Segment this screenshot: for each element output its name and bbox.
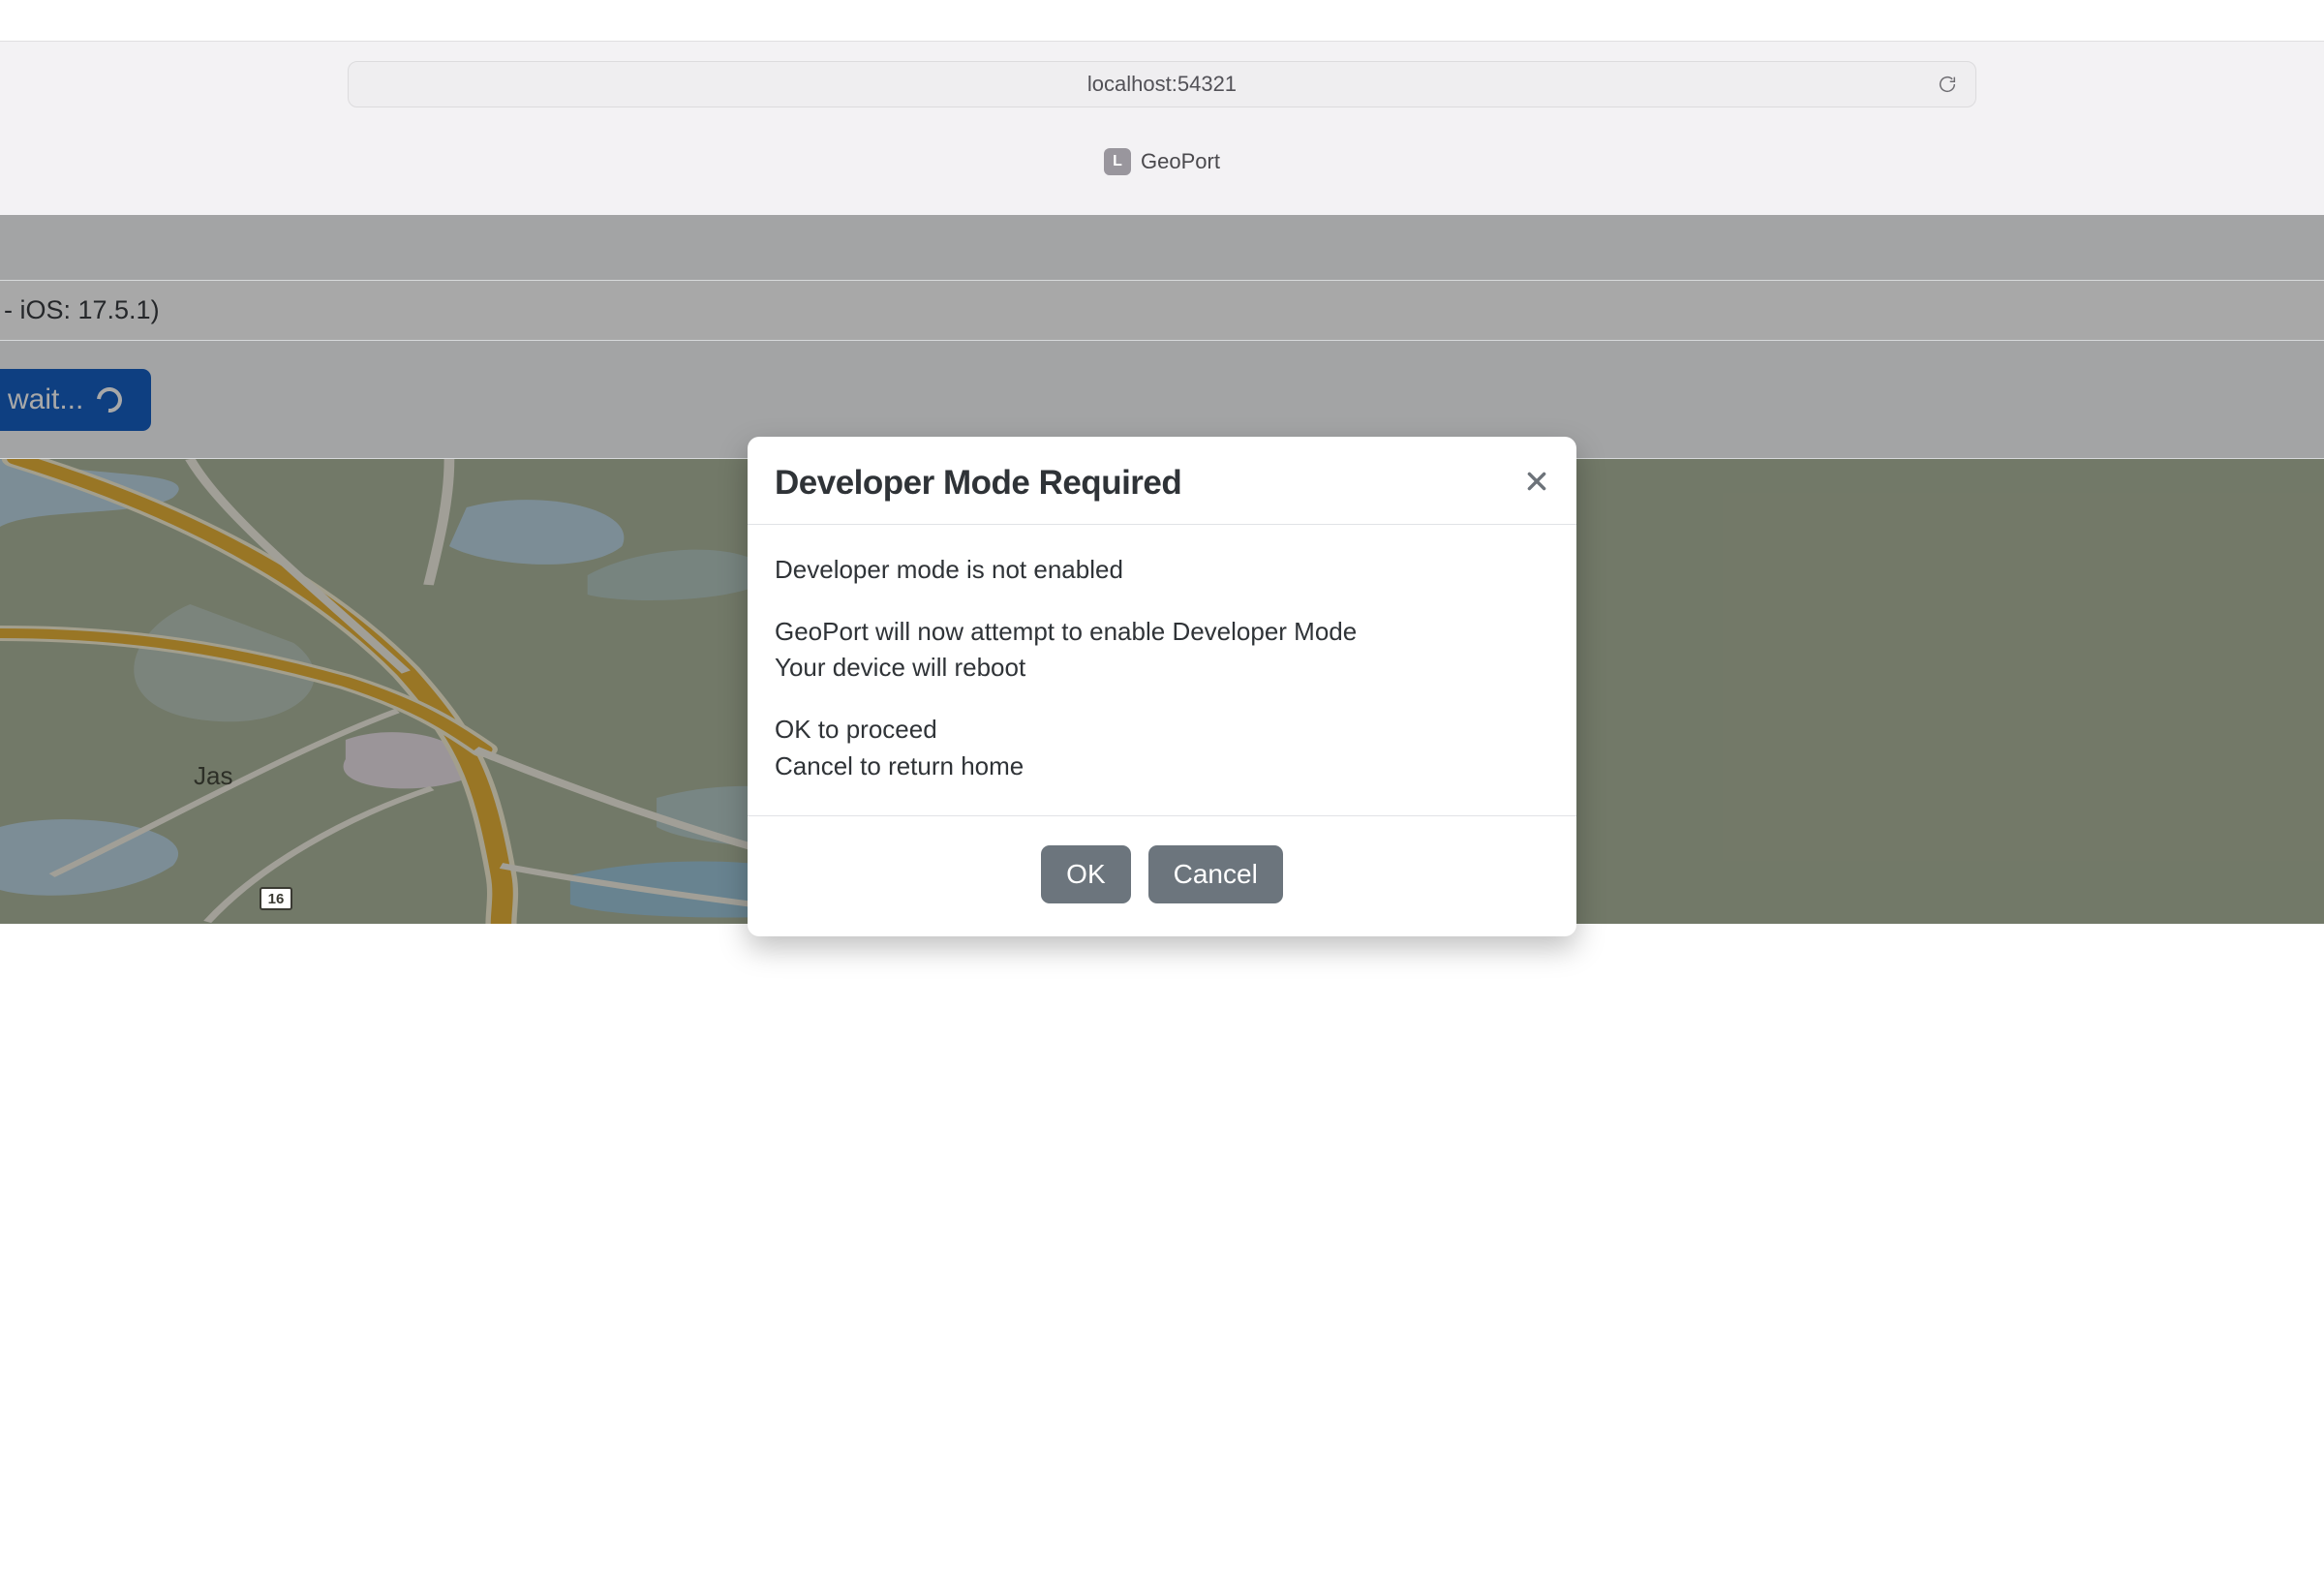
modal-line-4: OK to proceed xyxy=(775,715,937,744)
url-text: localhost:54321 xyxy=(1087,72,1237,97)
tab-bar: L GeoPort xyxy=(0,148,2324,175)
page-content: - iOS: 17.5.1) wait... xyxy=(0,215,2324,1549)
modal-footer: OK Cancel xyxy=(748,816,1576,936)
close-icon[interactable] xyxy=(1524,468,1549,499)
tab-title[interactable]: GeoPort xyxy=(1141,149,1220,174)
modal-paragraph-3: OK to proceed Cancel to return home xyxy=(775,712,1549,784)
device-info-bar: - iOS: 17.5.1) xyxy=(0,281,2324,341)
cancel-button[interactable]: Cancel xyxy=(1148,845,1283,903)
modal-paragraph-2: GeoPort will now attempt to enable Devel… xyxy=(775,614,1549,687)
modal-line-2: GeoPort will now attempt to enable Devel… xyxy=(775,617,1357,646)
address-bar[interactable]: localhost:54321 xyxy=(348,61,1976,107)
map-city-label: Jas xyxy=(194,761,232,791)
spinner-icon xyxy=(92,382,128,417)
device-info-text: - iOS: 17.5.1) xyxy=(0,295,160,325)
modal-body: Developer mode is not enabled GeoPort wi… xyxy=(748,525,1576,816)
modal-title: Developer Mode Required xyxy=(775,464,1181,503)
tab-favicon: L xyxy=(1104,148,1131,175)
wait-button-label: wait... xyxy=(8,383,83,416)
wait-button[interactable]: wait... xyxy=(0,369,151,431)
app-navbar xyxy=(0,215,2324,281)
route-shield-icon: 16 xyxy=(260,887,292,910)
modal-line-5: Cancel to return home xyxy=(775,751,1024,780)
browser-chrome: localhost:54321 L GeoPort xyxy=(0,41,2324,215)
modal-line-1: Developer mode is not enabled xyxy=(775,552,1549,589)
developer-mode-modal: Developer Mode Required Developer mode i… xyxy=(748,437,1576,936)
ok-button[interactable]: OK xyxy=(1041,845,1130,903)
modal-line-3: Your device will reboot xyxy=(775,653,1025,682)
reload-icon[interactable] xyxy=(1937,74,1958,95)
modal-header: Developer Mode Required xyxy=(748,437,1576,525)
